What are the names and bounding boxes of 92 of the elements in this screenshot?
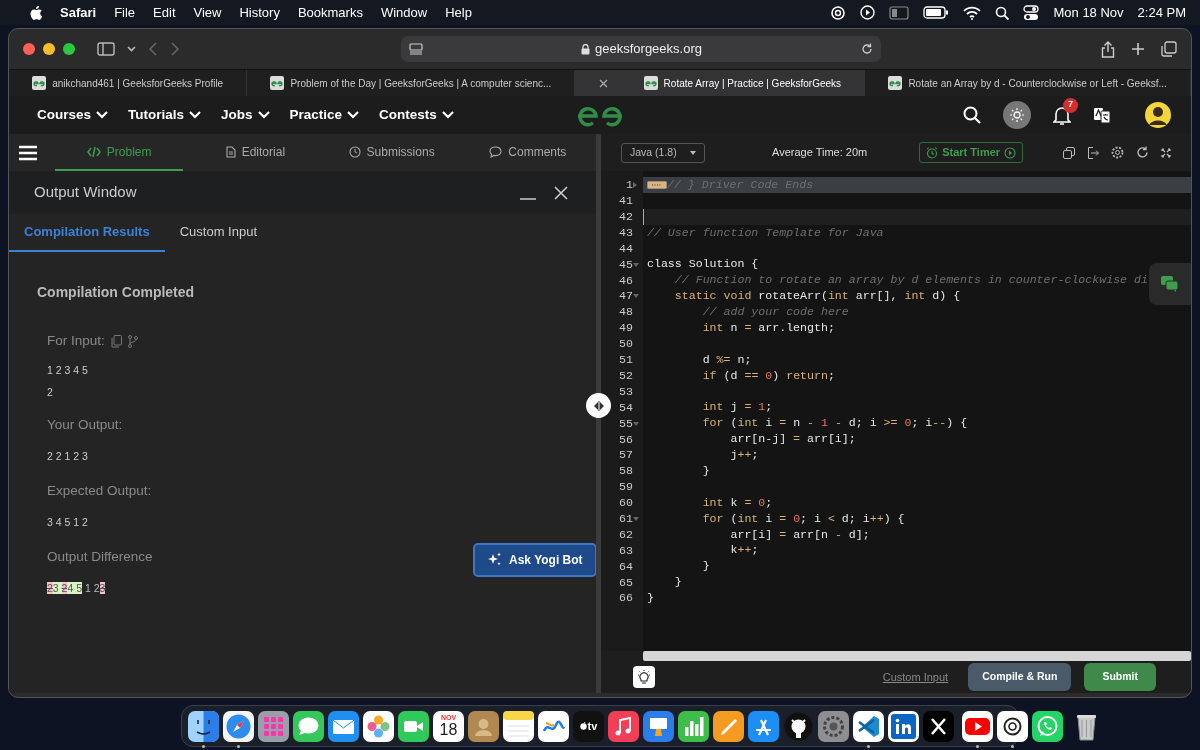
- code-line: int n = arr.length;: [701, 321, 835, 334]
- code-line: j++;: [729, 448, 759, 462]
- line-number: 53: [619, 383, 633, 400]
- field-label: Expected Output:: [47, 481, 152, 500]
- line-number: 59: [619, 479, 633, 496]
- nav-menu[interactable]: Jobs: [221, 104, 270, 126]
- output-value: 2 2 1 2 3: [47, 449, 89, 464]
- menu-bar-date[interactable]: Mon 18 Nov: [1053, 2, 1124, 23]
- line-number: 51: [619, 352, 633, 369]
- nav-menu[interactable]: Courses: [37, 104, 109, 126]
- output-tab[interactable]: Compilation Results: [9, 214, 165, 252]
- line-number: 52: [619, 367, 633, 384]
- menu-item[interactable]: File: [114, 2, 136, 23]
- line-number: 50: [619, 336, 633, 353]
- output-value: 2: [47, 385, 54, 400]
- notification-badge: 7: [1063, 97, 1078, 113]
- line-number: 42: [619, 209, 633, 226]
- line-number: 60: [619, 495, 633, 512]
- custom-input-link[interactable]: Custom Input: [882, 668, 949, 686]
- line-number: 62: [619, 526, 633, 543]
- line-number: 48: [619, 304, 633, 321]
- menu-item[interactable]: Help: [445, 2, 472, 23]
- url-text: geeksforgeeks.org: [595, 40, 702, 59]
- line-number: 56: [619, 431, 633, 448]
- average-time: Average Time: 20m: [772, 145, 868, 161]
- menu-item[interactable]: Bookmarks: [297, 2, 363, 23]
- line-number: 58: [619, 463, 633, 480]
- submit-button[interactable]: Submit: [1084, 663, 1156, 691]
- language-select[interactable]: Java (1.8): [621, 142, 705, 163]
- field-label: Output Difference: [47, 547, 153, 566]
- panel-title: Output Window: [34, 182, 137, 203]
- address-bar[interactable]: geeksforgeeks.org: [400, 36, 881, 62]
- line-number: 64: [619, 558, 633, 575]
- diff-output: 23 24 5 1 23: [47, 581, 107, 596]
- nav-menu[interactable]: Contests: [379, 104, 454, 126]
- output-value: 1 2 3 4 5: [47, 363, 89, 379]
- line-number: 46: [619, 272, 633, 289]
- output-value: 3 4 5 1 2: [47, 515, 89, 530]
- menu-item[interactable]: View: [193, 2, 222, 23]
- code-line: k++;: [729, 543, 759, 557]
- code-line: int k = 0;: [701, 495, 773, 509]
- code-line: for (int i = n - 1 - d; i >= 0; i--) {: [701, 416, 968, 430]
- problem-tab[interactable]: Submissions: [327, 134, 456, 171]
- app-menu[interactable]: Safari: [60, 2, 97, 23]
- problem-tab[interactable]: Editorial: [191, 134, 320, 171]
- code-line: }: [701, 464, 710, 478]
- code-line: static void rotateArr(int arr[], int d) {: [673, 289, 961, 303]
- code-line: int j = 1;: [701, 400, 773, 414]
- line-number: 61: [619, 510, 633, 527]
- code-line: // User function Template for Java: [647, 225, 884, 239]
- line-number: 63: [619, 542, 633, 559]
- menu-bar-time[interactable]: 2:24 PM: [1137, 2, 1186, 23]
- line-number: 44: [619, 240, 633, 257]
- start-timer-button[interactable]: Start Timer: [919, 142, 1024, 163]
- line-number: 45: [619, 256, 633, 273]
- line-number: 1: [626, 177, 633, 194]
- tv-icon[interactable]: tv: [573, 710, 604, 742]
- code-line: arr[n-j] = arr[i];: [729, 432, 856, 446]
- problem-tab[interactable]: Comments: [463, 134, 592, 171]
- code-line: }: [701, 559, 710, 573]
- code-line: }: [647, 591, 654, 605]
- code-line: for (int i = 0; i < d; i++) {: [701, 511, 905, 525]
- ask-bot-button[interactable]: Ask Yogi Bot: [473, 542, 597, 577]
- line-number: 65: [619, 574, 633, 591]
- code-line: // add your code here: [701, 305, 849, 319]
- line-number: 57: [619, 447, 633, 464]
- menu-item[interactable]: Window: [380, 2, 428, 23]
- code-line: // Function to rotate an array by d elements in counter-clockwise di: [673, 273, 1148, 287]
- field-label: Your Output:: [47, 415, 123, 434]
- code-line: arr[i] = arr[n - d];: [729, 527, 870, 541]
- code-line: if (d == 0) return;: [701, 368, 835, 382]
- code-line: class Solution {: [647, 257, 759, 271]
- nav-menu[interactable]: Practice: [289, 104, 360, 126]
- line-number: 43: [619, 224, 633, 241]
- menu-item[interactable]: History: [239, 2, 280, 23]
- browser-tab[interactable]: Rotate Array | Practice | GeeksforGeeks: [575, 70, 866, 96]
- nav-menu[interactable]: Tutorials: [128, 104, 202, 126]
- line-number: 55: [619, 415, 633, 432]
- compile-run-button[interactable]: Compile & Run: [968, 663, 1072, 691]
- tv-label: tv: [587, 718, 598, 734]
- output-tab[interactable]: Custom Input: [164, 214, 272, 252]
- line-number: 54: [619, 399, 633, 416]
- field-label: For Input:: [47, 332, 105, 350]
- code-line: }: [673, 575, 682, 589]
- menu-item[interactable]: Edit: [153, 2, 176, 23]
- line-number: 49: [619, 320, 633, 337]
- status-heading: Compilation Completed: [37, 283, 196, 302]
- line-number: 41: [619, 193, 633, 210]
- calendar-day: 18: [439, 721, 458, 738]
- line-number: 47: [619, 288, 633, 305]
- code-line: d %= n;: [701, 352, 752, 366]
- line-number: 66: [619, 590, 633, 607]
